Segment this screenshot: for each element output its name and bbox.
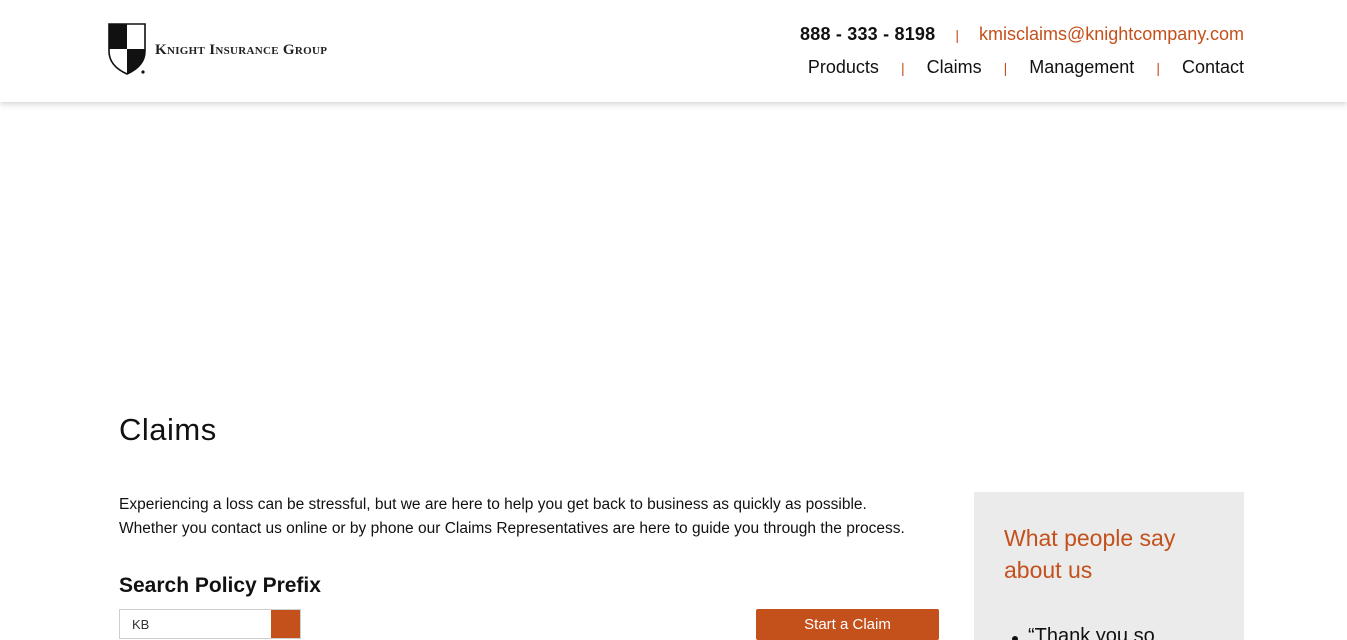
nav-item-claims[interactable]: Claims <box>927 57 982 78</box>
logo[interactable]: Knight Insurance Group <box>108 23 327 75</box>
policy-search-form <box>119 609 301 639</box>
testimonials-title: What people say about us <box>1004 525 1176 583</box>
nav-item-products[interactable]: Products <box>808 57 879 78</box>
divider: | <box>1156 59 1160 76</box>
divider: | <box>900 59 905 76</box>
search-button[interactable] <box>271 610 300 638</box>
divider: | <box>1003 59 1008 76</box>
list-item: “Thank you so <box>1012 625 1214 640</box>
search-heading: Search Policy Prefix <box>119 574 321 597</box>
policy-prefix-input[interactable] <box>120 610 271 638</box>
shield-logo-icon <box>108 23 146 75</box>
phone-number[interactable]: 888 - 333 - 8198 <box>800 24 935 45</box>
testimonials-list: “Thank you so <box>1004 625 1214 640</box>
testimonial-text: “Thank you so <box>1028 625 1155 640</box>
email-link[interactable]: kmisclaims@knightcompany.com <box>979 24 1244 45</box>
nav-item-management[interactable]: Management <box>1029 57 1134 78</box>
intro-text: Experiencing a loss can be stressful, bu… <box>119 493 939 541</box>
intro-line-1: Experiencing a loss can be stressful, bu… <box>119 496 867 513</box>
site-header: Knight Insurance Group 888 - 333 - 8198 … <box>0 0 1347 102</box>
testimonials-panel: What people say about us “Thank you so <box>974 492 1244 640</box>
intro-line-2: Whether you contact us online or by phon… <box>119 520 905 537</box>
contact-row: 888 - 333 - 8198 | kmisclaims@knightcomp… <box>800 24 1244 45</box>
logo-text: Knight Insurance Group <box>155 41 328 58</box>
nav-item-contact[interactable]: Contact <box>1182 57 1244 78</box>
bullet-icon <box>1012 636 1018 640</box>
page-title: Claims <box>119 412 217 447</box>
main-nav: Products | Claims | Management | Contact <box>808 57 1244 78</box>
divider: | <box>955 26 959 43</box>
start-claim-button[interactable]: Start a Claim <box>756 609 939 640</box>
